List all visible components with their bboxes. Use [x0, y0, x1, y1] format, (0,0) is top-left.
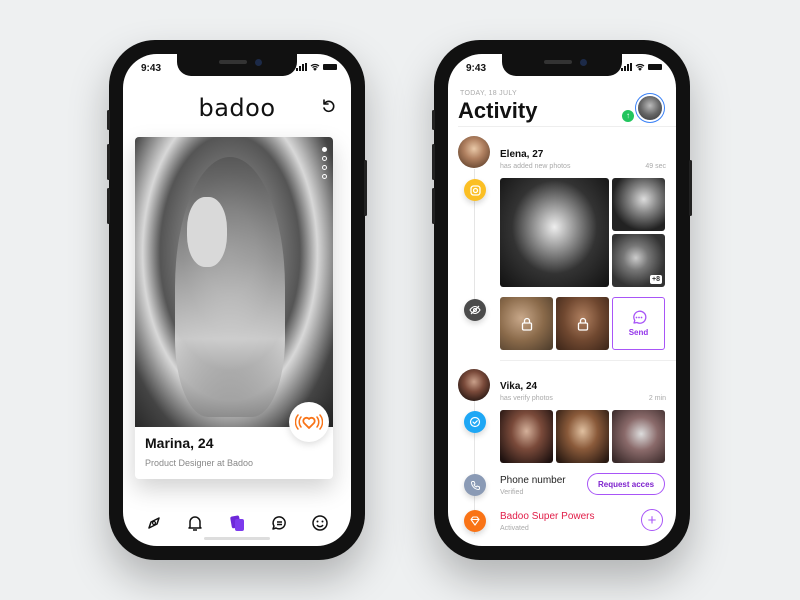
- phone-number-status: Verified: [500, 489, 524, 496]
- super-powers-badge: [464, 510, 486, 532]
- locked-photo[interactable]: [500, 297, 553, 350]
- add-super-powers-button[interactable]: +: [641, 509, 663, 531]
- activity-screen: 9:43 TODAY, 18 JULY Activity ↑ Elena, 27…: [448, 54, 676, 546]
- like-button[interactable]: [289, 402, 329, 442]
- tab-notifications[interactable]: [184, 512, 206, 534]
- smiley-icon: [312, 515, 328, 531]
- super-powers-status: Activated: [500, 525, 529, 532]
- upload-badge[interactable]: ↑: [622, 110, 634, 122]
- plus-icon: +: [647, 511, 657, 529]
- chat-bubble-icon: [632, 310, 646, 324]
- avatar-vika[interactable]: [458, 369, 490, 401]
- pager-dot[interactable]: [322, 147, 327, 152]
- feed-action: has added new photos: [500, 163, 571, 170]
- profile-name: Marina, 24: [145, 435, 214, 451]
- elena-photo[interactable]: [612, 178, 665, 231]
- pager-dot[interactable]: [322, 156, 327, 161]
- phone-activity: 9:43 TODAY, 18 JULY Activity ↑ Elena, 27…: [432, 40, 692, 560]
- diamond-icon: [470, 516, 480, 526]
- tab-messages[interactable]: [268, 512, 290, 534]
- divider: [458, 126, 676, 127]
- profile-subtitle: Product Designer at Badoo: [145, 458, 254, 468]
- home-indicator: [204, 537, 270, 540]
- signal-icon: [621, 63, 632, 71]
- undo-icon[interactable]: [321, 98, 337, 114]
- status-icons: [621, 63, 662, 71]
- instagram-icon: [469, 184, 481, 196]
- tab-cards[interactable]: [226, 512, 248, 534]
- feed-name[interactable]: Elena, 27: [500, 149, 543, 160]
- profile-photo[interactable]: [135, 137, 333, 427]
- lock-icon: [521, 317, 532, 331]
- vika-photo[interactable]: [500, 410, 553, 463]
- tab-profile[interactable]: [309, 512, 331, 534]
- chat-icon: [271, 516, 286, 530]
- divider: [500, 360, 676, 361]
- my-avatar[interactable]: [638, 96, 662, 120]
- elena-photo[interactable]: +8: [612, 234, 665, 287]
- vika-photo[interactable]: [612, 410, 665, 463]
- phone-discover: 9:43 badoo Marina, 24 Product Designer a…: [107, 40, 367, 560]
- photo-pager: [322, 147, 327, 179]
- send-label: Send: [628, 328, 649, 337]
- request-access-button[interactable]: Request acces: [587, 473, 665, 495]
- feed-action: has verify photos: [500, 395, 553, 402]
- discover-screen: 9:43 badoo Marina, 24 Product Designer a…: [123, 54, 351, 546]
- status-icons: [296, 63, 337, 71]
- battery-icon: [648, 64, 662, 70]
- more-photos-count: +8: [650, 275, 662, 284]
- phone-badge: [464, 474, 486, 496]
- bell-icon: [188, 516, 203, 531]
- locked-photo[interactable]: [556, 297, 609, 350]
- elena-photo[interactable]: [500, 178, 609, 287]
- wifi-icon: [310, 63, 320, 71]
- battery-icon: [323, 64, 337, 70]
- instagram-badge: [464, 179, 486, 201]
- lock-icon: [577, 317, 588, 331]
- vika-photo[interactable]: [556, 410, 609, 463]
- feed-time: 49 sec: [645, 163, 666, 170]
- status-time: 9:43: [466, 63, 487, 74]
- send-message-button[interactable]: Send: [612, 297, 665, 350]
- signal-icon: [296, 63, 307, 71]
- feed-time: 2 min: [648, 395, 666, 402]
- hidden-icon: [469, 305, 481, 315]
- page-title: Activity: [458, 98, 538, 123]
- verified-check-icon: [469, 416, 481, 428]
- compass-icon: [148, 517, 160, 529]
- avatar-elena[interactable]: [458, 136, 490, 168]
- feed-name[interactable]: Vika, 24: [500, 381, 537, 392]
- hidden-badge: [464, 299, 486, 321]
- tab-discover[interactable]: [143, 512, 165, 534]
- pager-dot[interactable]: [322, 174, 327, 179]
- heart-waves-icon: [295, 414, 323, 430]
- app-logo: badoo: [198, 94, 276, 122]
- wifi-icon: [635, 63, 645, 71]
- status-time: 9:43: [141, 63, 162, 74]
- verified-badge: [464, 411, 486, 433]
- cards-icon: [230, 515, 244, 531]
- tab-bar: [123, 512, 351, 534]
- activity-date: TODAY, 18 JULY: [460, 90, 517, 97]
- phone-icon: [470, 480, 480, 490]
- pager-dot[interactable]: [322, 165, 327, 170]
- super-powers-title: Badoo Super Powers: [500, 511, 595, 522]
- phone-number-title: Phone number: [500, 475, 566, 486]
